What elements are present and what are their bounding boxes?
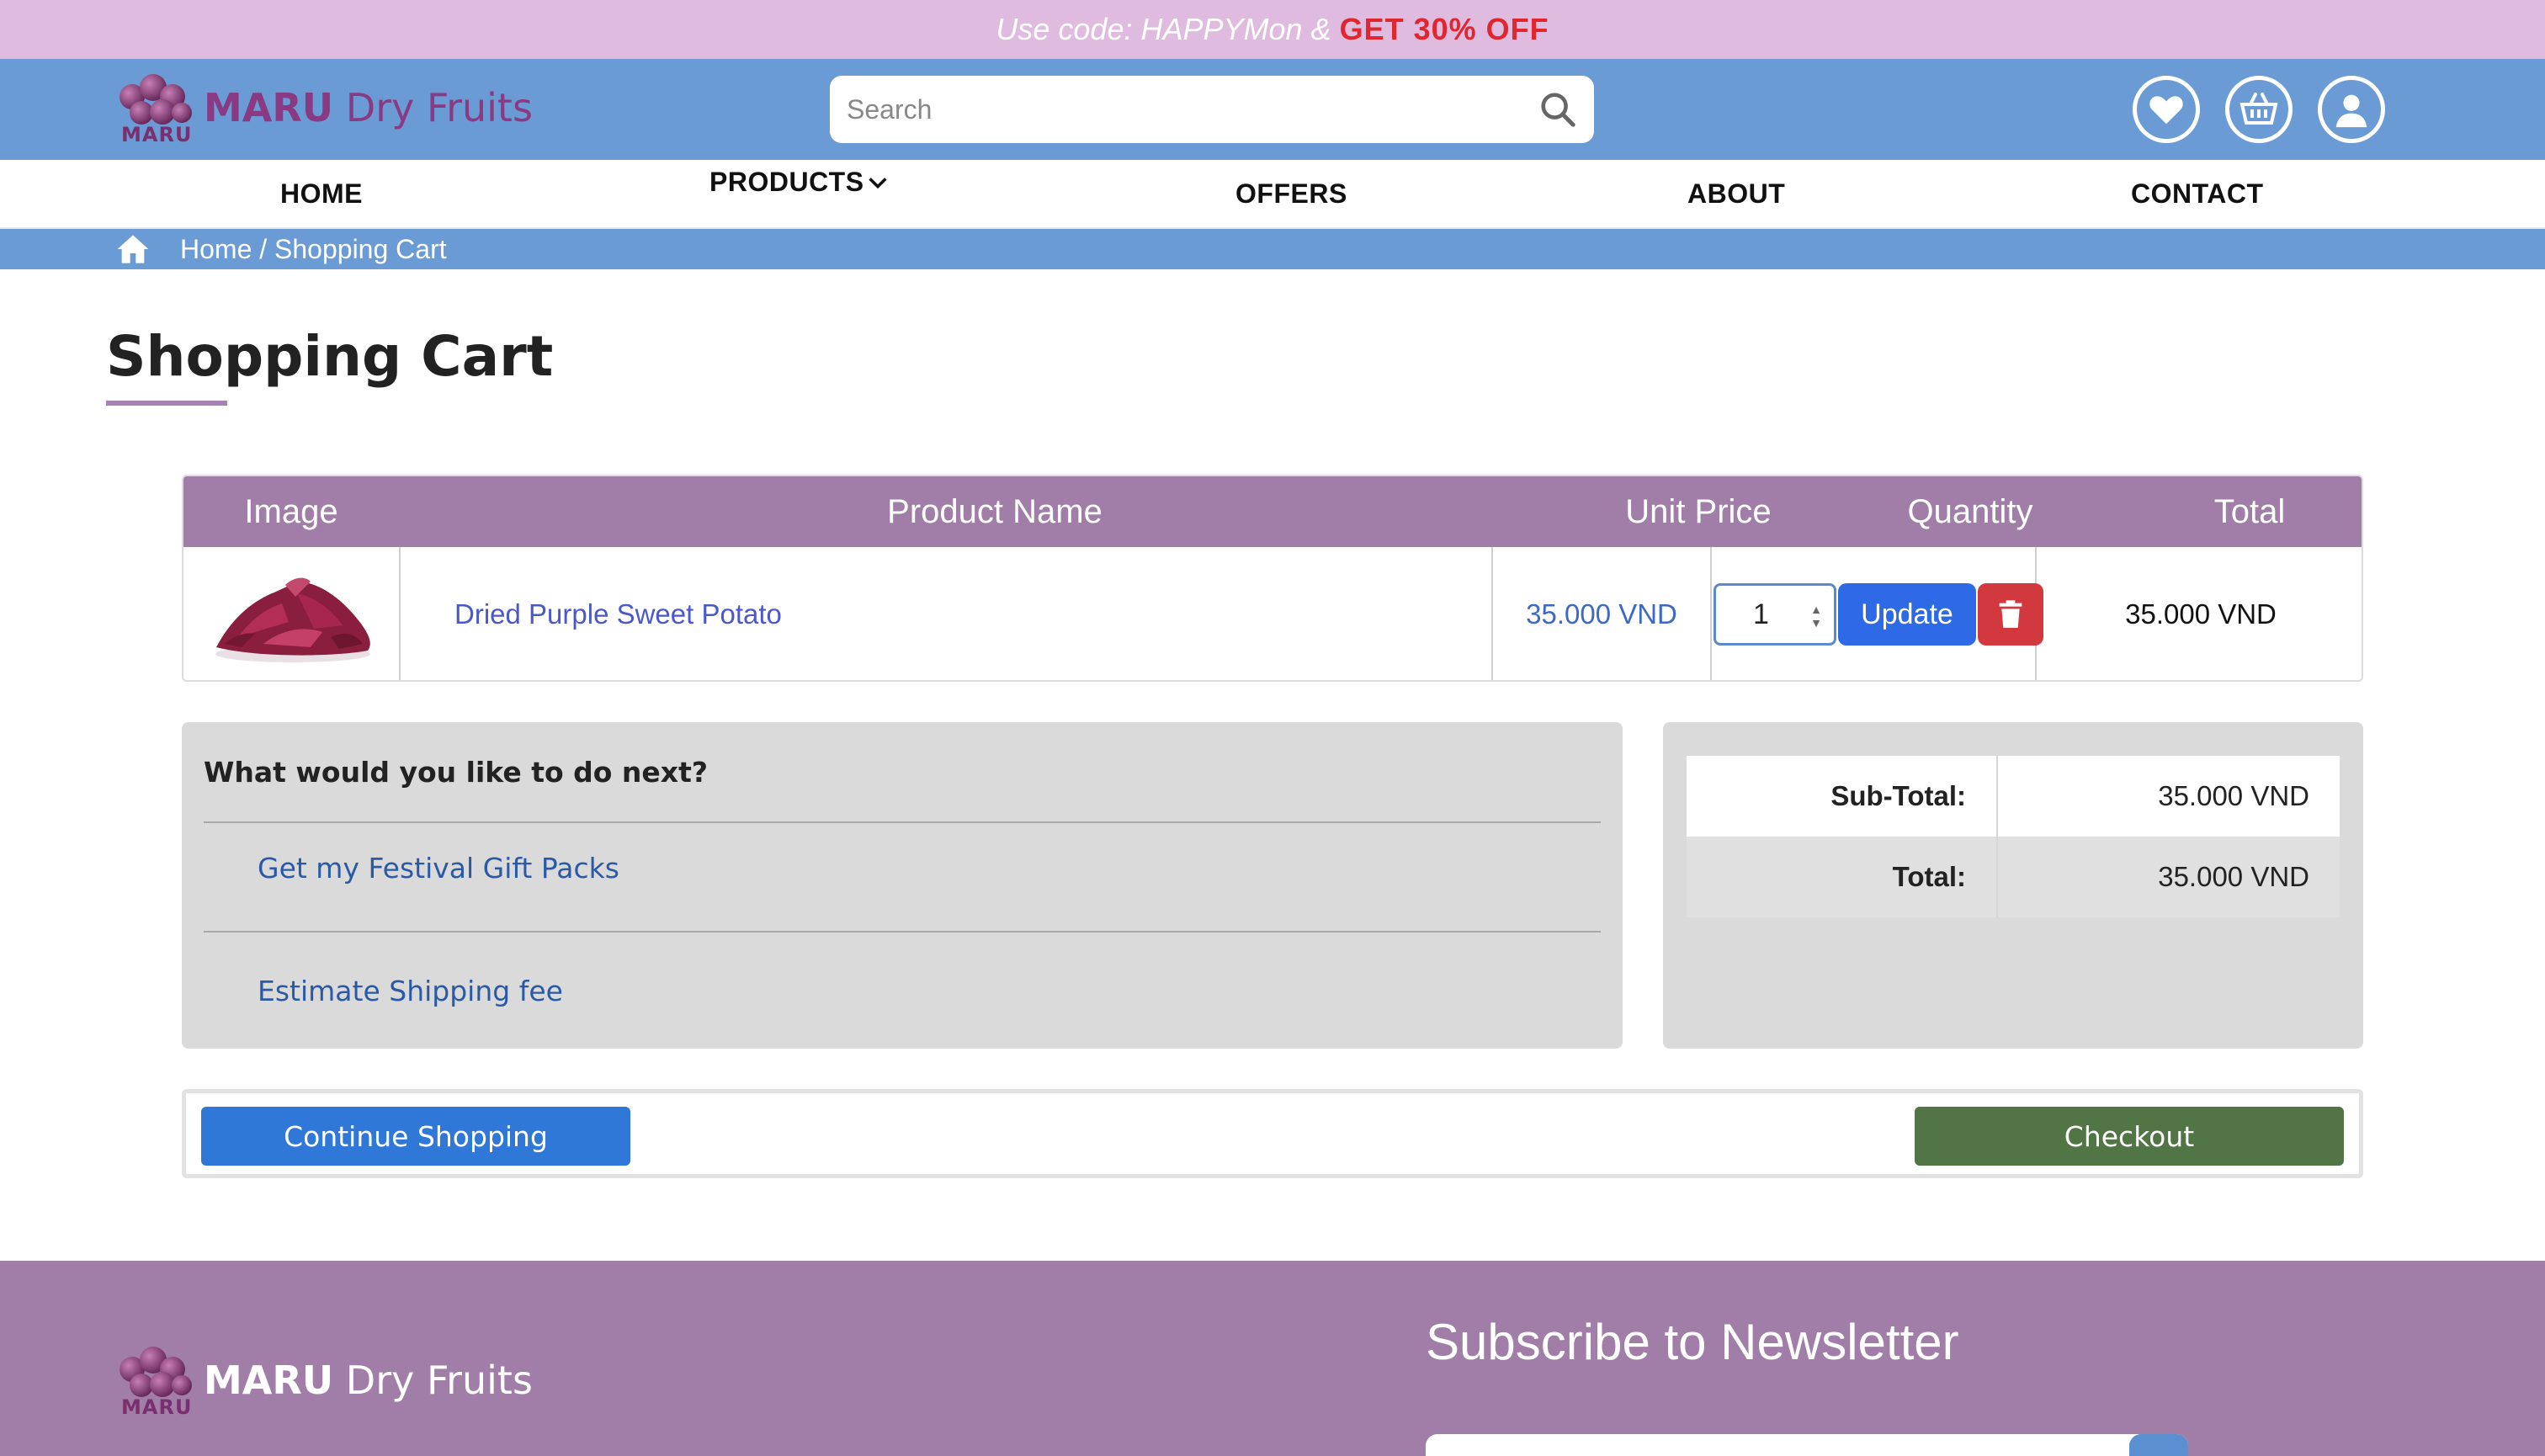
header-icons: [2133, 76, 2385, 143]
grape-logo-icon: MARU: [108, 1338, 200, 1422]
search-icon[interactable]: [1538, 90, 1577, 129]
subtotal-label: Sub-Total:: [1830, 780, 1966, 811]
user-icon: [2335, 94, 2367, 128]
search-bar: [830, 76, 1594, 143]
divider: [204, 821, 1601, 823]
logo-subtext: MARU: [121, 123, 193, 146]
col-quantity: Quantity: [1907, 492, 2033, 530]
newsletter-submit-button[interactable]: [2129, 1434, 2188, 1456]
footer-logo[interactable]: MARU MARU Dry Fruits: [108, 1338, 533, 1422]
row-total: 35.000 VND: [2125, 598, 2277, 630]
spin-arrows-icon[interactable]: ▲ ▼: [1810, 603, 1822, 630]
footer-brand-name: MARU Dry Fruits: [204, 1358, 533, 1403]
next-steps-title: What would you like to do next?: [204, 756, 709, 789]
update-button[interactable]: Update: [1838, 583, 1976, 646]
heart-icon: [2149, 96, 2183, 125]
col-product-name: Product Name: [887, 492, 1102, 530]
nav-item-contact[interactable]: CONTACT: [2131, 178, 2264, 210]
site-header: MARU MARU Dry Fruits: [0, 59, 2545, 160]
table-row: Dried Purple Sweet Potato 35.000 VND 1 ▲…: [183, 547, 2362, 680]
home-icon[interactable]: [116, 232, 150, 266]
total-row: Total: 35.000 VND: [1687, 837, 2340, 917]
col-unit-price: Unit Price: [1625, 492, 1772, 530]
quantity-value: 1: [1753, 598, 1769, 630]
nav-item-offers[interactable]: OFFERS: [1235, 178, 1347, 210]
delete-button[interactable]: [1978, 583, 2043, 646]
brand-logo[interactable]: MARU MARU Dry Fruits: [108, 66, 533, 150]
site-footer: MARU MARU Dry Fruits Subscribe to Newsle…: [0, 1261, 2545, 1456]
next-steps-panel: What would you like to do next? Get my F…: [182, 722, 1623, 1049]
quantity-cell: 1 ▲ ▼ Update: [1713, 547, 2043, 680]
newsletter-title: Subscribe to Newsletter: [1426, 1314, 1959, 1370]
promo-deal-text: GET 30% OFF: [1339, 12, 1549, 46]
page-title: Shopping Cart: [106, 324, 554, 389]
breadcrumb-text[interactable]: Home / Shopping Cart: [180, 234, 447, 265]
continue-shopping-button[interactable]: Continue Shopping: [201, 1107, 630, 1166]
table-header: Image Product Name Unit Price Quantity T…: [183, 476, 2362, 547]
promo-banner: Use code: HAPPYMon & GET 30% OFF: [0, 0, 2545, 59]
nav-item-home[interactable]: HOME: [280, 178, 363, 210]
cart-table: Image Product Name Unit Price Quantity T…: [182, 475, 2363, 682]
chevron-down-icon: [868, 177, 887, 189]
unit-price: 35.000 VND: [1526, 598, 1677, 630]
subtotal-value: 35.000 VND: [1996, 756, 2340, 837]
trash-icon: [1999, 600, 2022, 628]
product-thumbnail: [215, 577, 370, 662]
title-underline: [106, 401, 227, 406]
gift-packs-link[interactable]: Get my Festival Gift Packs: [258, 852, 619, 885]
search-input[interactable]: [847, 93, 1538, 125]
cart-actions: Continue Shopping Checkout: [182, 1089, 2363, 1178]
grape-logo-icon: MARU: [108, 66, 200, 150]
basket-icon: [2239, 93, 2278, 125]
divider: [204, 931, 1601, 933]
breadcrumb: Home / Shopping Cart: [0, 229, 2545, 269]
newsletter-email-input[interactable]: [1426, 1434, 2188, 1456]
logo-subtext: MARU: [121, 1395, 193, 1419]
main-nav: HOME PRODUCTS OFFERS ABOUT CONTACT: [0, 160, 2545, 229]
nav-item-about[interactable]: ABOUT: [1687, 178, 1785, 210]
checkout-button[interactable]: Checkout: [1915, 1107, 2344, 1166]
quantity-stepper[interactable]: 1 ▲ ▼: [1713, 583, 1836, 646]
nav-item-products[interactable]: PRODUCTS: [709, 167, 890, 198]
totals-table: Sub-Total: 35.000 VND Total: 35.000 VND: [1687, 756, 2340, 917]
subtotal-row: Sub-Total: 35.000 VND: [1687, 756, 2340, 837]
col-image: Image: [244, 492, 338, 530]
wishlist-button[interactable]: [2133, 76, 2200, 143]
total-value: 35.000 VND: [1996, 837, 2340, 917]
cart-button[interactable]: [2225, 76, 2293, 143]
product-image[interactable]: [200, 547, 385, 680]
promo-code-text: Use code: HAPPYMon &: [996, 12, 1331, 46]
col-total: Total: [2213, 492, 2286, 530]
product-name-link[interactable]: Dried Purple Sweet Potato: [454, 547, 1464, 680]
brand-name: MARU Dry Fruits: [204, 85, 533, 130]
account-button[interactable]: [2318, 76, 2385, 143]
estimate-shipping-link[interactable]: Estimate Shipping fee: [258, 975, 563, 1007]
totals-panel: Sub-Total: 35.000 VND Total: 35.000 VND: [1663, 722, 2363, 1049]
total-label: Total:: [1892, 861, 1966, 892]
